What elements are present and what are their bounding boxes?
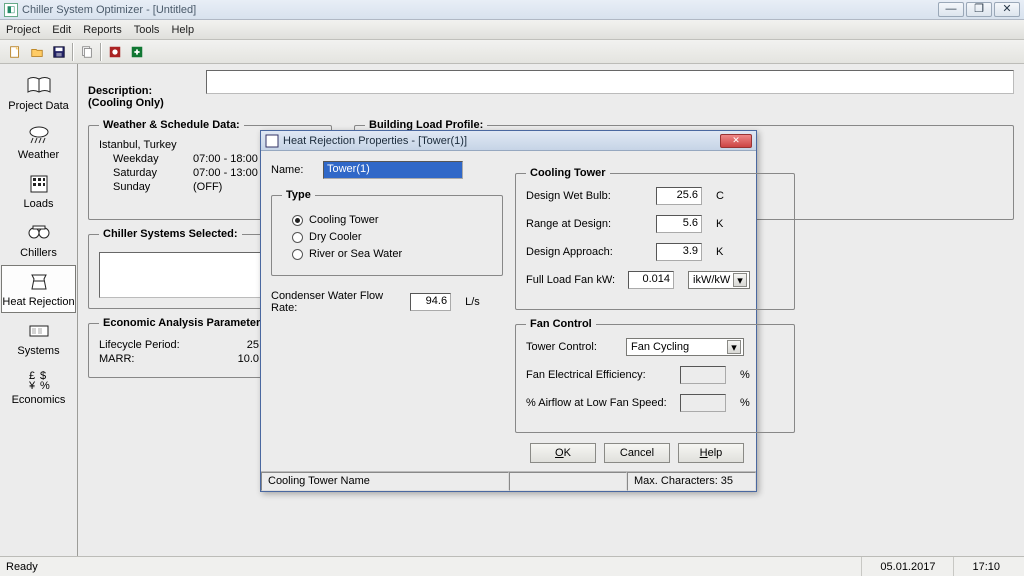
systems-icon bbox=[25, 319, 53, 343]
fankw-unit-dropdown[interactable]: ikW/kW▾ bbox=[688, 271, 750, 289]
nav-sidebar: Project Data Weather Loads Chillers Heat… bbox=[0, 64, 78, 556]
chiller-legend: Chiller Systems Selected: bbox=[99, 228, 242, 240]
window-title: Chiller System Optimizer - [Untitled] bbox=[22, 4, 938, 16]
nav-project-data[interactable]: Project Data bbox=[1, 69, 76, 117]
status-ready: Ready bbox=[6, 561, 861, 573]
nav-label: Loads bbox=[24, 198, 54, 210]
dialog-status-mid bbox=[509, 472, 627, 491]
fan-airflow-input bbox=[680, 394, 726, 412]
nav-economics[interactable]: £$¥% Economics bbox=[1, 363, 76, 411]
svg-text:¥: ¥ bbox=[28, 380, 36, 391]
dialog-icon bbox=[265, 134, 279, 148]
nav-label: Economics bbox=[12, 394, 66, 406]
nav-label: Chillers bbox=[20, 247, 57, 259]
radio-river-sea[interactable]: River or Sea Water bbox=[292, 248, 492, 260]
svg-text:%: % bbox=[40, 380, 50, 391]
dialog-titlebar[interactable]: Heat Rejection Properties - [Tower(1)] ✕ bbox=[261, 131, 756, 151]
menu-edit[interactable]: Edit bbox=[52, 24, 71, 36]
nav-heat-rejection[interactable]: Heat Rejection bbox=[1, 265, 76, 313]
run2-icon[interactable] bbox=[126, 42, 148, 62]
weather-legend: Weather & Schedule Data: bbox=[99, 119, 244, 131]
fan-eff-input bbox=[680, 366, 726, 384]
book-icon bbox=[25, 74, 53, 98]
nav-label: Heat Rejection bbox=[2, 296, 74, 308]
wetbulb-input[interactable]: 25.6 bbox=[656, 187, 702, 205]
app-icon: ◧ bbox=[4, 3, 18, 17]
toolbar bbox=[0, 40, 1024, 64]
status-time: 17:10 bbox=[953, 557, 1018, 576]
new-icon[interactable] bbox=[4, 42, 26, 62]
menu-reports[interactable]: Reports bbox=[83, 24, 122, 36]
dialog-status-left: Cooling Tower Name bbox=[261, 472, 509, 491]
window-titlebar: ◧ Chiller System Optimizer - [Untitled] … bbox=[0, 0, 1024, 20]
fankw-input[interactable]: 0.014 bbox=[628, 271, 674, 289]
cooling-tower-legend: Cooling Tower bbox=[526, 167, 610, 179]
name-label: Name: bbox=[271, 164, 313, 176]
menu-tools[interactable]: Tools bbox=[134, 24, 160, 36]
maximize-button[interactable]: ❐ bbox=[966, 2, 992, 17]
cloud-icon bbox=[25, 123, 53, 147]
nav-label: Weather bbox=[18, 149, 59, 161]
dialog-status-right: Max. Characters: 35 bbox=[627, 472, 756, 491]
radio-cooling-tower[interactable]: Cooling Tower bbox=[292, 214, 492, 226]
nav-systems[interactable]: Systems bbox=[1, 314, 76, 362]
menubar: Project Edit Reports Tools Help bbox=[0, 20, 1024, 40]
nav-loads[interactable]: Loads bbox=[1, 167, 76, 215]
chiller-icon bbox=[25, 221, 53, 245]
radio-dry-cooler[interactable]: Dry Cooler bbox=[292, 231, 492, 243]
close-button[interactable]: ✕ bbox=[994, 2, 1020, 17]
menu-project[interactable]: Project bbox=[6, 24, 40, 36]
save-icon[interactable] bbox=[48, 42, 70, 62]
status-date: 05.01.2017 bbox=[861, 557, 953, 576]
nav-weather[interactable]: Weather bbox=[1, 118, 76, 166]
nav-chillers[interactable]: Chillers bbox=[1, 216, 76, 264]
description-sub: (Cooling Only) bbox=[88, 97, 164, 109]
dialog-title: Heat Rejection Properties - [Tower(1)] bbox=[283, 135, 720, 147]
copy-icon[interactable] bbox=[76, 42, 98, 62]
heat-rejection-dialog: Heat Rejection Properties - [Tower(1)] ✕… bbox=[260, 130, 757, 492]
building-icon bbox=[25, 172, 53, 196]
nav-label: Systems bbox=[17, 345, 59, 357]
menu-help[interactable]: Help bbox=[171, 24, 194, 36]
range-input[interactable]: 5.6 bbox=[656, 215, 702, 233]
cwfr-label: Condenser Water Flow Rate: bbox=[271, 290, 400, 314]
ok-button[interactable]: OK bbox=[530, 443, 596, 463]
cooling-tower-icon bbox=[25, 270, 53, 294]
cancel-button[interactable]: Cancel bbox=[604, 443, 670, 463]
fan-control-legend: Fan Control bbox=[526, 318, 596, 330]
dialog-close-button[interactable]: ✕ bbox=[720, 134, 752, 148]
name-input[interactable]: Tower(1) bbox=[323, 161, 463, 179]
approach-input[interactable]: 3.9 bbox=[656, 243, 702, 261]
econ-legend: Economic Analysis Parameters: bbox=[99, 317, 274, 329]
run1-icon[interactable] bbox=[104, 42, 126, 62]
cwfr-input[interactable]: 94.6 bbox=[410, 293, 451, 311]
statusbar: Ready 05.01.2017 17:10 bbox=[0, 556, 1024, 576]
description-box bbox=[206, 70, 1014, 94]
chevron-down-icon: ▾ bbox=[727, 340, 741, 354]
help-button[interactable]: Help bbox=[678, 443, 744, 463]
tower-control-dropdown[interactable]: Fan Cycling▾ bbox=[626, 338, 744, 356]
nav-label: Project Data bbox=[8, 100, 69, 112]
economics-icon: £$¥% bbox=[25, 368, 53, 392]
chevron-down-icon: ▾ bbox=[733, 273, 747, 287]
minimize-button[interactable]: — bbox=[938, 2, 964, 17]
type-legend: Type bbox=[282, 189, 315, 201]
description-label: Description: bbox=[88, 85, 152, 97]
open-icon[interactable] bbox=[26, 42, 48, 62]
